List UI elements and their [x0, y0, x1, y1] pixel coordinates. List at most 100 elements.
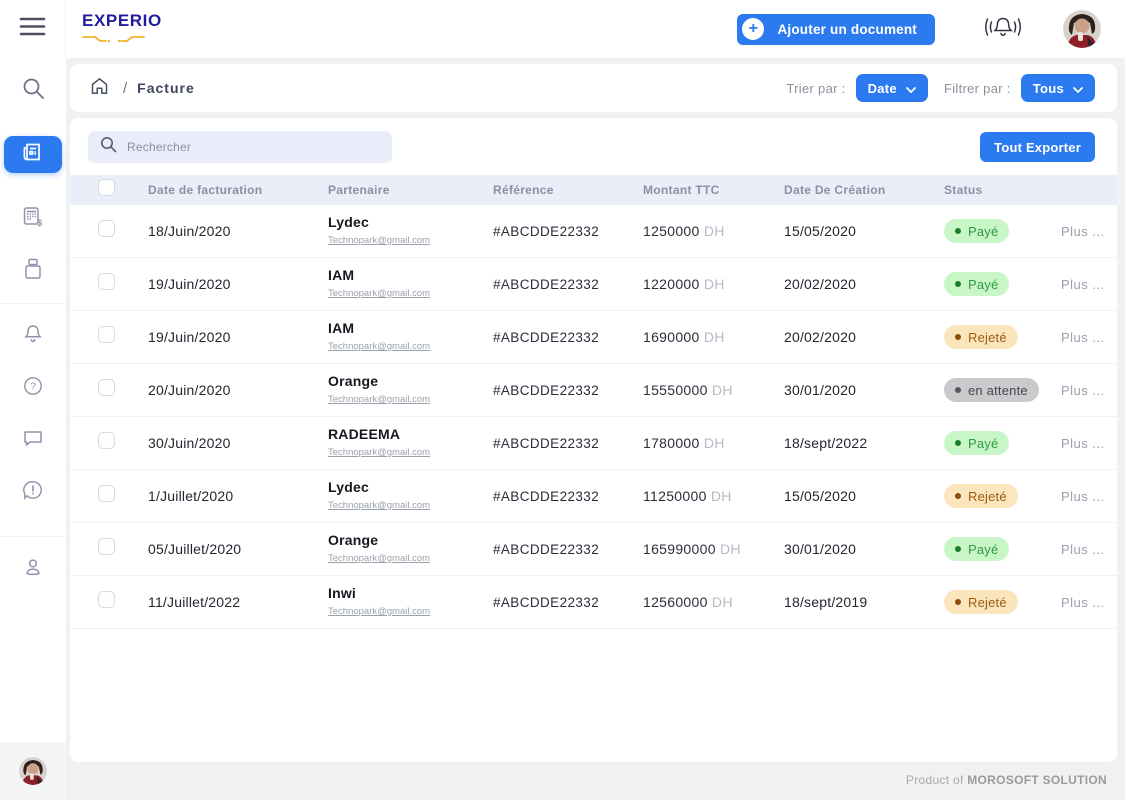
- status-badge: en attente: [944, 378, 1039, 402]
- partner-email[interactable]: Technopark@gmail.com: [328, 606, 430, 617]
- amount-value: 12560000: [643, 594, 708, 610]
- search-icon: [100, 136, 117, 158]
- partner-email[interactable]: Technopark@gmail.com: [328, 341, 430, 352]
- add-document-label: Ajouter un document: [777, 22, 917, 37]
- table-row: 11/Juillet/2022 Inwi Technopark@gmail.co…: [70, 576, 1117, 629]
- select-all-checkbox[interactable]: [98, 179, 115, 196]
- sidebar-item-alerts[interactable]: [0, 470, 66, 510]
- row-more-button[interactable]: Plus ...: [1061, 542, 1117, 557]
- sort-dropdown[interactable]: Date: [856, 74, 928, 102]
- row-checkbox[interactable]: [98, 220, 115, 237]
- status-label: Payé: [968, 224, 998, 239]
- row-more-button[interactable]: Plus ...: [1061, 330, 1117, 345]
- filter-by-label: Filtrer par :: [944, 81, 1011, 96]
- table-body: 18/Juin/2020 Lydec Technopark@gmail.com …: [70, 205, 1117, 629]
- invoice-date: 05/Juillet/2020: [148, 541, 328, 557]
- column-header-partner: Partenaire: [328, 183, 493, 197]
- creation-date: 20/02/2020: [784, 276, 944, 292]
- table-row: 19/Juin/2020 IAM Technopark@gmail.com #A…: [70, 311, 1117, 364]
- partner-name: Orange: [328, 532, 493, 548]
- creation-date: 30/01/2020: [784, 541, 944, 557]
- invoice-reference: #ABCDDE22332: [493, 277, 643, 292]
- row-checkbox[interactable]: [98, 273, 115, 290]
- filter-dropdown[interactable]: Tous: [1021, 74, 1095, 102]
- status-dot-icon: [955, 334, 961, 340]
- row-checkbox[interactable]: [98, 485, 115, 502]
- partner-email[interactable]: Technopark@gmail.com: [328, 447, 430, 458]
- row-more-button[interactable]: Plus ...: [1061, 383, 1117, 398]
- sidebar-item-search[interactable]: [0, 68, 66, 108]
- creation-date: 30/01/2020: [784, 382, 944, 398]
- row-checkbox[interactable]: [98, 432, 115, 449]
- sidebar-footer: [0, 742, 66, 800]
- row-more-button[interactable]: Plus ...: [1061, 224, 1117, 239]
- partner-email[interactable]: Technopark@gmail.com: [328, 553, 430, 564]
- status-label: en attente: [968, 383, 1028, 398]
- search-input[interactable]: [127, 140, 380, 154]
- status-label: Payé: [968, 542, 998, 557]
- alert-icon: [22, 479, 44, 501]
- partner-email[interactable]: Technopark@gmail.com: [328, 500, 430, 511]
- row-checkbox[interactable]: [98, 591, 115, 608]
- sidebar-item-accounting[interactable]: $: [0, 197, 66, 237]
- table-row: 20/Juin/2020 Orange Technopark@gmail.com…: [70, 364, 1117, 417]
- status-label: Payé: [968, 436, 998, 451]
- add-document-button[interactable]: + Ajouter un document: [737, 14, 935, 45]
- sidebar-divider: [0, 536, 66, 537]
- chevron-down-icon: [1073, 81, 1083, 96]
- chat-icon: [22, 427, 44, 449]
- table-row: 05/Juillet/2020 Orange Technopark@gmail.…: [70, 523, 1117, 576]
- cash-register-icon: [21, 257, 45, 281]
- invoice-date: 18/Juin/2020: [148, 223, 328, 239]
- creation-date: 18/sept/2019: [784, 594, 944, 610]
- user-avatar[interactable]: [1063, 10, 1101, 48]
- user-icon: [22, 556, 44, 578]
- sidebar-item-messages[interactable]: [0, 418, 66, 458]
- breadcrumb-bar: / Facture Trier par : Date Filtrer par :…: [70, 64, 1117, 112]
- partner-email[interactable]: Technopark@gmail.com: [328, 288, 430, 299]
- status-dot-icon: [955, 493, 961, 499]
- invoice-list-card: Tout Exporter Date de facturation Parten…: [70, 118, 1117, 762]
- export-all-button[interactable]: Tout Exporter: [980, 132, 1095, 162]
- status-label: Rejeté: [968, 489, 1007, 504]
- row-more-button[interactable]: Plus ...: [1061, 436, 1117, 451]
- currency-label: DH: [704, 435, 725, 451]
- sidebar-item-profile[interactable]: [0, 547, 66, 587]
- currency-label: DH: [704, 329, 725, 345]
- currency-label: DH: [720, 541, 741, 557]
- sidebar-divider: [0, 303, 66, 304]
- sidebar-item-notifications[interactable]: [0, 314, 66, 354]
- sidebar-item-invoices[interactable]: [4, 136, 62, 173]
- sidebar-item-help[interactable]: ?: [0, 366, 66, 406]
- currency-label: DH: [704, 276, 725, 292]
- user-avatar[interactable]: [19, 757, 47, 785]
- row-checkbox[interactable]: [98, 379, 115, 396]
- row-checkbox[interactable]: [98, 538, 115, 555]
- hamburger-menu-button[interactable]: [0, 0, 66, 58]
- amount-value: 1780000: [643, 435, 700, 451]
- status-dot-icon: [955, 440, 961, 446]
- status-badge: Rejeté: [944, 484, 1018, 508]
- partner-name: Inwi: [328, 585, 493, 601]
- status-badge: Rejeté: [944, 325, 1018, 349]
- invoice-date: 19/Juin/2020: [148, 329, 328, 345]
- invoice-reference: #ABCDDE22332: [493, 436, 643, 451]
- amount-value: 1690000: [643, 329, 700, 345]
- row-more-button[interactable]: Plus ...: [1061, 595, 1117, 610]
- sidebar-item-pos[interactable]: [0, 249, 66, 289]
- sort-by-label: Trier par :: [786, 81, 845, 96]
- home-icon[interactable]: [90, 77, 109, 100]
- topbar: EXPERIO + Ajouter un document: [0, 0, 1125, 58]
- table-row: 1/Juillet/2020 Lydec Technopark@gmail.co…: [70, 470, 1117, 523]
- logo-text: EXPERIO: [82, 12, 162, 29]
- row-more-button[interactable]: Plus ...: [1061, 277, 1117, 292]
- row-more-button[interactable]: Plus ...: [1061, 489, 1117, 504]
- logo-underline-icon: [82, 31, 162, 47]
- partner-email[interactable]: Technopark@gmail.com: [328, 394, 430, 405]
- search-box[interactable]: [88, 131, 392, 163]
- column-header-created: Date De Création: [784, 183, 944, 197]
- svg-text:?: ?: [30, 382, 36, 393]
- notifications-button[interactable]: [983, 14, 1023, 45]
- partner-email[interactable]: Technopark@gmail.com: [328, 235, 430, 246]
- row-checkbox[interactable]: [98, 326, 115, 343]
